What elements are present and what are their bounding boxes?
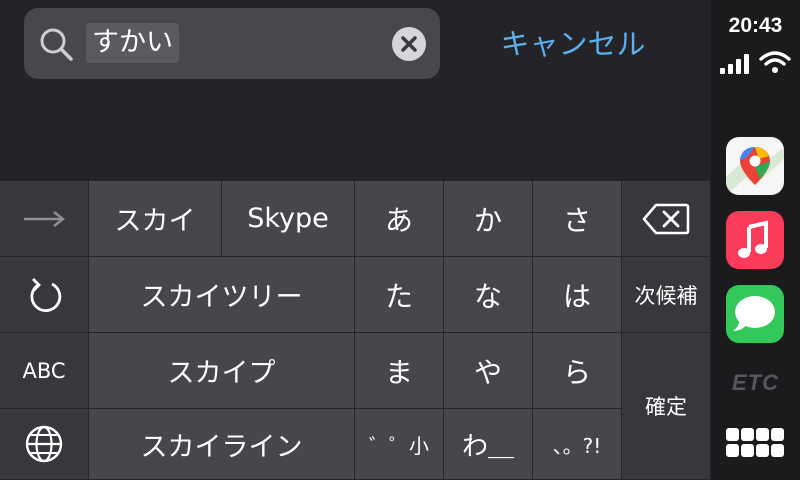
map-pin-icon bbox=[726, 147, 784, 195]
candidate-key[interactable]: Skype bbox=[222, 181, 355, 257]
kana-key-ra[interactable]: ら bbox=[533, 333, 622, 409]
kana-key-ya[interactable]: や bbox=[444, 333, 533, 409]
search-icon bbox=[40, 28, 73, 61]
undo-icon bbox=[30, 277, 62, 312]
dakuten-small-key[interactable]: ゛゜小 bbox=[355, 409, 444, 480]
messages-app-icon[interactable] bbox=[726, 285, 784, 343]
clear-search-button[interactable] bbox=[392, 27, 426, 61]
grid-dot bbox=[771, 428, 784, 441]
music-app-icon[interactable] bbox=[726, 211, 784, 269]
undo-key[interactable] bbox=[0, 257, 89, 333]
grid-dot bbox=[756, 444, 769, 457]
kana-key-sa[interactable]: さ bbox=[533, 181, 622, 257]
status-time: 20:43 bbox=[728, 14, 783, 37]
grid-dot bbox=[756, 428, 769, 441]
grid-dot bbox=[726, 444, 739, 457]
etc-indicator: ETC bbox=[732, 370, 779, 395]
cancel-button[interactable]: キャンセル bbox=[472, 24, 674, 64]
punctuation-key[interactable]: 、。?! bbox=[533, 409, 622, 480]
kana-key-ta[interactable]: た bbox=[355, 257, 444, 333]
kana-key-a[interactable]: あ bbox=[355, 181, 444, 257]
confirm-key[interactable]: 確定 bbox=[622, 333, 711, 480]
candidate-key[interactable]: スカイライン bbox=[89, 409, 355, 480]
maps-app-icon[interactable] bbox=[726, 137, 784, 195]
wifi-icon bbox=[759, 51, 791, 73]
arrow-right-icon bbox=[24, 210, 66, 227]
abc-key[interactable]: ABC bbox=[0, 333, 89, 409]
next-arrow-key[interactable] bbox=[0, 181, 89, 257]
grid-dot bbox=[741, 444, 754, 457]
kana-key-ma[interactable]: ま bbox=[355, 333, 444, 409]
signal-icon bbox=[720, 54, 749, 74]
delete-key[interactable] bbox=[622, 181, 711, 257]
kana-key-ka[interactable]: か bbox=[444, 181, 533, 257]
kana-key-ha[interactable]: は bbox=[533, 257, 622, 333]
globe-icon bbox=[25, 425, 63, 463]
next-candidate-key[interactable]: 次候補 bbox=[622, 257, 711, 333]
search-input[interactable]: すかい bbox=[86, 23, 179, 63]
kana-key-na[interactable]: な bbox=[444, 257, 533, 333]
japanese-keyboard: ABC スカイ Skype スカイツリー スカイプ スカイライン あ か さ た… bbox=[0, 181, 711, 480]
music-note-icon bbox=[738, 220, 768, 258]
grid-dot bbox=[726, 428, 739, 441]
grid-dot bbox=[741, 428, 754, 441]
app-grid-button[interactable] bbox=[722, 424, 786, 464]
grid-dot bbox=[771, 444, 784, 457]
candidate-key[interactable]: スカイツリー bbox=[89, 257, 355, 333]
candidate-key[interactable]: スカイ bbox=[89, 181, 222, 257]
candidate-key[interactable]: スカイプ bbox=[89, 333, 355, 409]
close-icon bbox=[401, 36, 417, 52]
backspace-icon bbox=[642, 203, 690, 234]
main-panel: すかい キャンセル ABC スカイ Skype スカイツリー スカイプ スカイラ… bbox=[0, 0, 711, 480]
message-bubble-icon bbox=[733, 296, 775, 331]
kana-key-wa[interactable]: わ＿ bbox=[444, 409, 533, 480]
globe-key[interactable] bbox=[0, 409, 89, 480]
